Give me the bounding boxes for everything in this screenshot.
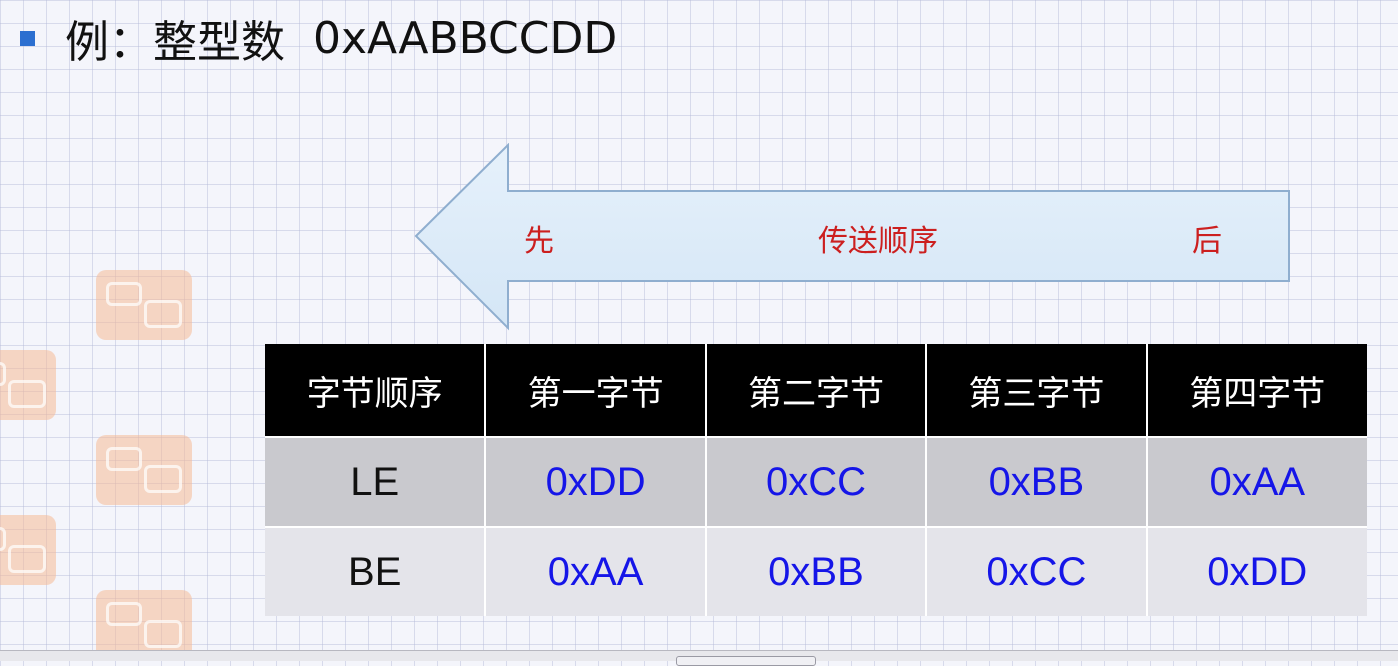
heading-prefix: 例： [65,17,153,68]
heading-title: 整型数 [153,17,285,68]
header-second-byte: 第二字节 [705,344,928,437]
byte-value: 0xBB [926,436,1148,527]
byte-value: 0xDD [485,436,707,527]
byte-value: 0xAA [1146,436,1367,527]
heading-line: 例： 整型数 0xAABBCCDD [20,8,617,68]
seal-watermark [0,515,56,585]
arrow-label-middle: 传送顺序 [818,224,938,259]
arrow-label-last: 后 [1192,224,1222,259]
header-fourth-byte: 第四字节 [1146,344,1367,437]
byte-value: 0xAA [485,526,707,616]
arrow-label-first: 先 [524,224,554,259]
header-first-byte: 第一字节 [485,344,707,437]
table-row-le: LE 0xDD 0xCC 0xBB 0xAA [265,436,1367,527]
byte-value: 0xCC [926,526,1148,616]
header-byte-order: 字节顺序 [265,344,487,437]
seal-watermark [0,350,56,420]
byte-value: 0xDD [1146,526,1367,616]
heading-spacer [285,13,313,64]
byte-order-table: 字节顺序 第一字节 第二字节 第三字节 第四字节 LE 0xDD 0xCC 0x… [265,344,1367,616]
row-label: BE [265,526,487,616]
byte-value: 0xCC [705,436,928,527]
scrollbar-thumb[interactable] [676,656,816,666]
seal-watermark [96,435,192,505]
byte-value: 0xBB [705,526,928,616]
row-label: LE [265,436,487,527]
table-row-be: BE 0xAA 0xBB 0xCC 0xDD [265,526,1367,616]
transmission-order-arrow: 先 传送顺序 后 [414,143,1292,331]
heading-value: 0xAABBCCDD [312,12,618,64]
header-third-byte: 第三字节 [926,344,1148,437]
seal-watermark [96,270,192,340]
table-header-row: 字节顺序 第一字节 第二字节 第三字节 第四字节 [265,344,1367,437]
bullet-square-icon [20,30,35,46]
